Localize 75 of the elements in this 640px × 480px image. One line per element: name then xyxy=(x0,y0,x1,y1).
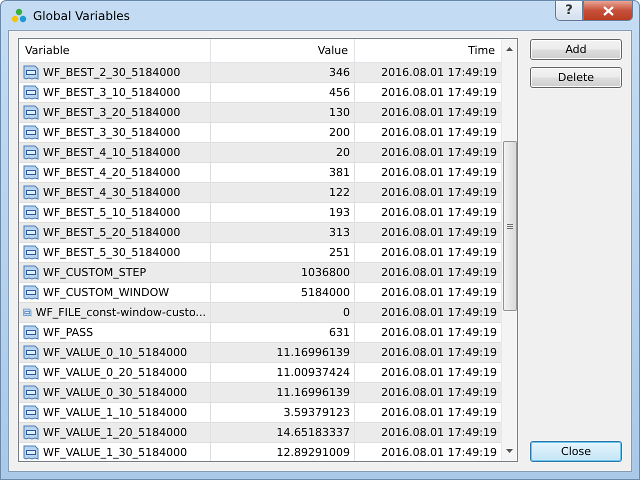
value-cell: 1036800 xyxy=(301,266,350,279)
time-cell: 2016.08.01 17:49:19 xyxy=(381,66,497,79)
variable-name: WF_BEST_3_20_5184000 xyxy=(43,106,180,119)
value-cell: 130 xyxy=(329,106,350,119)
variable-name: WF_BEST_4_30_5184000 xyxy=(43,186,180,199)
variable-name: WF_BEST_3_10_5184000 xyxy=(43,86,180,99)
time-cell: 2016.08.01 17:49:19 xyxy=(381,86,497,99)
close-button[interactable]: Close xyxy=(530,441,622,462)
variable-name: WF_VALUE_1_10_5184000 xyxy=(43,406,188,419)
time-cell: 2016.08.01 17:49:19 xyxy=(381,306,497,319)
variable-name: WF_CUSTOM_WINDOW xyxy=(43,286,170,299)
time-cell: 2016.08.01 17:49:19 xyxy=(381,106,497,119)
variable-name: WF_BEST_4_20_5184000 xyxy=(43,166,180,179)
scroll-up-icon[interactable] xyxy=(506,47,513,51)
value-cell: 11.16996139 xyxy=(276,346,350,359)
help-button[interactable]: ? xyxy=(555,1,583,21)
time-cell: 2016.08.01 17:49:19 xyxy=(381,126,497,139)
time-cell: 2016.08.01 17:49:19 xyxy=(381,406,497,419)
variable-name: WF_PASS xyxy=(43,326,94,339)
value-cell: 5184000 xyxy=(301,286,350,299)
variable-name: WF_BEST_2_30_5184000 xyxy=(43,66,180,79)
value-cell: 313 xyxy=(329,226,350,239)
value-cell: 11.16996139 xyxy=(276,386,350,399)
column-header[interactable]: Variable xyxy=(19,39,211,63)
value-cell: 12.89291009 xyxy=(276,446,350,459)
time-cell: 2016.08.01 17:49:19 xyxy=(381,346,497,359)
app-icon xyxy=(11,8,27,23)
value-cell: 14.65183337 xyxy=(276,426,350,439)
time-cell: 2016.08.01 17:49:19 xyxy=(381,446,497,459)
variable-name: WF_VALUE_1_20_5184000 xyxy=(43,426,188,439)
value-cell: 346 xyxy=(329,66,350,79)
time-cell: 2016.08.01 17:49:19 xyxy=(381,246,497,259)
scrollbar[interactable] xyxy=(501,39,517,461)
close-button[interactable] xyxy=(583,1,633,21)
time-cell: 2016.08.01 17:49:19 xyxy=(381,226,497,239)
value-cell: 251 xyxy=(329,246,350,259)
time-cell: 2016.08.01 17:49:19 xyxy=(381,326,497,339)
value-cell: 3.59379123 xyxy=(284,406,350,419)
time-cell: 2016.08.01 17:49:19 xyxy=(381,206,497,219)
value-cell: 381 xyxy=(329,166,350,179)
variable-name: WF_VALUE_1_30_5184000 xyxy=(43,446,188,459)
value-cell: 0 xyxy=(343,306,350,319)
value-cell: 193 xyxy=(329,206,350,219)
value-cell: 11.00937424 xyxy=(276,366,350,379)
variable-name: WF_BEST_5_20_5184000 xyxy=(43,226,180,239)
time-cell: 2016.08.01 17:49:19 xyxy=(381,286,497,299)
variable-name: WF_BEST_3_30_5184000 xyxy=(43,126,180,139)
variable-name: WF_VALUE_0_20_5184000 xyxy=(43,366,188,379)
column-header[interactable]: Value xyxy=(211,39,355,63)
grip-icon xyxy=(506,224,512,228)
time-cell: 2016.08.01 17:49:19 xyxy=(381,426,497,439)
variable-name: WF_BEST_5_30_5184000 xyxy=(43,246,180,259)
value-cell: 20 xyxy=(336,146,350,159)
value-cell: 631 xyxy=(329,326,350,339)
value-cell: 200 xyxy=(329,126,350,139)
variable-name: WF_BEST_5_10_5184000 xyxy=(43,206,180,219)
time-cell: 2016.08.01 17:49:19 xyxy=(381,166,497,179)
variable-name: WF_VALUE_0_30_5184000 xyxy=(43,386,188,399)
scroll-down-icon[interactable] xyxy=(506,449,513,453)
time-cell: 2016.08.01 17:49:19 xyxy=(381,386,497,399)
variable-name: WF_VALUE_0_10_5184000 xyxy=(43,346,188,359)
scroll-thumb[interactable] xyxy=(502,141,516,311)
window-title: Global Variables xyxy=(33,8,130,22)
variable-name: WF_CUSTOM_STEP xyxy=(43,266,146,279)
time-cell: 2016.08.01 17:49:19 xyxy=(381,186,497,199)
close-icon xyxy=(602,6,614,16)
time-cell: 2016.08.01 17:49:19 xyxy=(381,146,497,159)
variable-name: WF_FILE_const-window-custo... xyxy=(36,306,206,319)
add-button[interactable]: Add xyxy=(530,39,622,60)
time-cell: 2016.08.01 17:49:19 xyxy=(381,266,497,279)
delete-button[interactable]: Delete xyxy=(530,67,622,88)
value-cell: 122 xyxy=(329,186,350,199)
value-cell: 456 xyxy=(329,86,350,99)
variable-name: WF_BEST_4_10_5184000 xyxy=(43,146,180,159)
time-cell: 2016.08.01 17:49:19 xyxy=(381,366,497,379)
